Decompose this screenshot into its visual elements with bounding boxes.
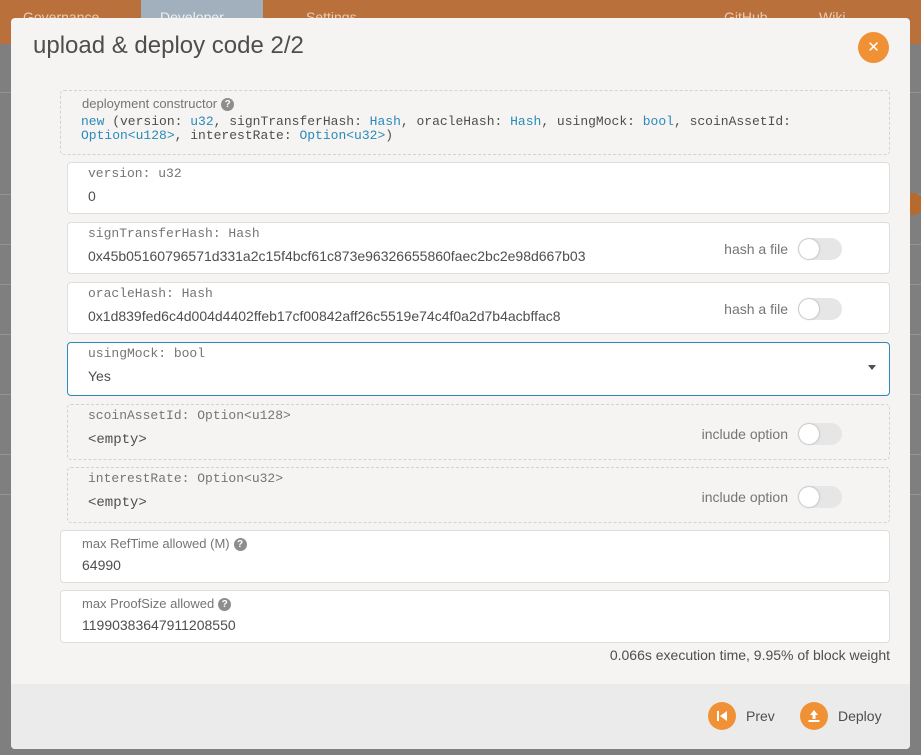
signature-type-token: new [81,114,105,129]
close-icon: ✕ [867,39,880,56]
deploy-button[interactable]: Deploy [800,702,882,730]
toggle-switch[interactable] [798,423,842,445]
constructor-signature: new (version: u32, signTransferHash: Has… [81,115,861,143]
oracle-hash-field[interactable]: oracleHash: Hash 0x1d839fed6c4d004d4402f… [67,282,890,334]
interest-rate-value: <empty> [88,495,147,511]
modal-footer: Prev Deploy [11,684,910,749]
chevron-down-icon[interactable] [868,365,876,370]
sign-transfer-hash-field[interactable]: signTransferHash: Hash 0x45b05160796571d… [67,222,890,274]
signature-type-token: Hash [369,114,401,129]
close-button[interactable]: ✕ [858,32,889,63]
include-option-toggle[interactable]: include option [702,423,842,445]
version-field[interactable]: version: u32 0 [67,162,890,214]
skip-back-icon [708,702,736,730]
using-mock-label: usingMock: bool [88,346,206,361]
signature-text-token: , usingMock: [541,114,643,129]
upload-icon [800,702,828,730]
help-icon[interactable]: ? [221,98,235,111]
signature-text-token: , oracleHash: [400,114,511,129]
interest-rate-field: interestRate: Option<u32> <empty> includ… [67,467,890,523]
deploy-modal: upload & deploy code 2/2 ✕ deployment co… [11,18,910,749]
sign-transfer-hash-label: signTransferHash: Hash [88,226,260,241]
signature-type-token: Option<u128> [81,128,175,143]
prev-label: Prev [746,708,775,724]
toggle-label: include option [701,426,788,442]
scoin-asset-id-value: <empty> [88,432,147,448]
using-mock-value[interactable]: Yes [88,368,111,384]
toggle-switch[interactable] [798,238,842,260]
max-reftime-label: max RefTime allowed (M)? [82,536,247,551]
max-proofsize-field[interactable]: max ProofSize allowed? 11990383647911208… [60,590,890,643]
hash-a-file-toggle[interactable]: hash a file [724,298,842,320]
signature-type-token: bool [642,114,674,129]
scoin-asset-id-field: scoinAssetId: Option<u128> <empty> inclu… [67,404,890,460]
max-reftime-field[interactable]: max RefTime allowed (M)? 64990 [60,530,890,583]
modal-header: upload & deploy code 2/2 ✕ [11,18,910,78]
scoin-asset-id-label: scoinAssetId: Option<u128> [88,408,291,423]
constructor-selector[interactable]: deployment constructor? new (version: u3… [60,90,890,155]
constructor-label: deployment constructor? [82,96,235,111]
signature-type-token: Hash [510,114,542,129]
include-option-toggle[interactable]: include option [702,486,842,508]
signature-text-token: , scoinAssetId: [673,114,791,129]
signature-type-token: Option<u32> [299,128,386,143]
modal-body: deployment constructor? new (version: u3… [11,78,910,684]
oracle-hash-input[interactable]: 0x1d839fed6c4d004d4402ffeb17cf00842aff26… [88,308,561,324]
signature-type-token: u32 [190,114,214,129]
version-label: version: u32 [88,166,182,181]
modal-title: upload & deploy code 2/2 [33,32,304,59]
help-icon[interactable]: ? [233,538,247,551]
max-proofsize-label: max ProofSize allowed? [82,596,232,611]
signature-text-token: , signTransferHash: [213,114,370,129]
toggle-switch[interactable] [798,486,842,508]
execution-info: 0.066s execution time, 9.95% of block we… [609,647,890,663]
prev-button[interactable]: Prev [708,702,775,730]
signature-text-token: ) [385,128,394,143]
toggle-label: include option [701,489,788,505]
using-mock-dropdown[interactable]: usingMock: bool Yes [67,342,890,396]
max-proofsize-input[interactable]: 11990383647911208550 [82,617,236,633]
max-reftime-input[interactable]: 64990 [82,557,121,573]
version-input[interactable]: 0 [88,188,96,204]
signature-text-token: (version: [104,114,191,129]
hash-a-file-toggle[interactable]: hash a file [724,238,842,260]
toggle-switch[interactable] [798,298,842,320]
oracle-hash-label: oracleHash: Hash [88,286,213,301]
toggle-label: hash a file [724,301,788,317]
sign-transfer-hash-input[interactable]: 0x45b05160796571d331a2c15f4bcf61c873e963… [88,248,585,264]
help-icon[interactable]: ? [218,598,232,611]
toggle-label: hash a file [724,241,788,257]
deploy-label: Deploy [838,708,882,724]
signature-text-token: , interestRate: [174,128,300,143]
interest-rate-label: interestRate: Option<u32> [88,471,284,486]
